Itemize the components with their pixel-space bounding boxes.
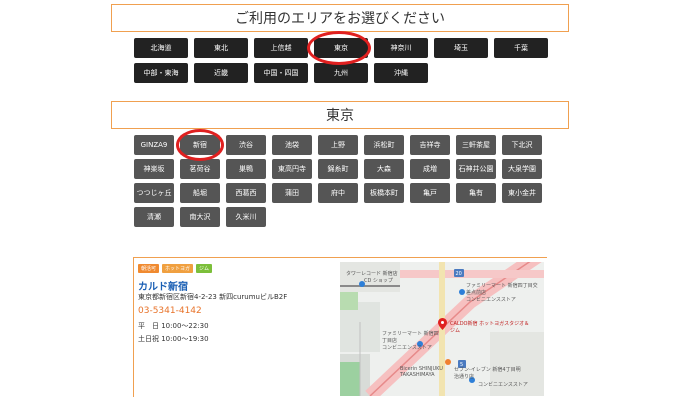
region-button-grid: 北海道 東北 上信越 東京 神奈川 埼玉 千葉中部・東海 近畿 中国・四国 九州 沖縄 — [134, 38, 548, 83]
shop-card: 朝活可 ホットヨガ ジム カルド新宿 東京都新宿区新宿4-2-23 新四curu… — [133, 257, 547, 397]
region-button[interactable]: 神奈川 — [374, 38, 428, 58]
city-button[interactable]: 三軒茶屋 — [456, 135, 496, 155]
city-button[interactable]: 錦糸町 — [318, 159, 358, 179]
map-label-convenience-mid: コンビニエンスストア — [382, 345, 432, 351]
map-label-convenience-bot: コンビニエンスストア — [478, 382, 528, 388]
route-20-label: 20 — [456, 271, 462, 277]
city-button[interactable]: 石神井公園 — [456, 159, 496, 179]
city-button[interactable]: GINZA9 — [134, 135, 174, 155]
city-button[interactable]: 船堀 — [180, 183, 220, 203]
region-button[interactable]: 千葉 — [494, 38, 548, 58]
city-button[interactable]: 巣鴨 — [226, 159, 266, 179]
region-button[interactable]: 北海道 — [134, 38, 188, 58]
map-label-bicerin: Bicerin SHINJUKU TAKASHIMAYA — [400, 366, 443, 378]
map-label-tower-records: タワーレコード 新宿店 — [346, 271, 398, 277]
city-button[interactable]: 亀有 — [456, 183, 496, 203]
prefecture-title-text: 東京 — [326, 108, 354, 124]
city-button[interactable]: 吉祥寺 — [410, 135, 450, 155]
tag-morning: 朝活可 — [138, 264, 160, 273]
prefecture-section-title: 東京 — [111, 101, 569, 129]
hours-weekday: 平 日 10:00〜22:30 — [138, 322, 209, 330]
city-button[interactable]: 蒲田 — [272, 183, 312, 203]
city-button[interactable]: 久米川 — [226, 207, 266, 227]
city-button[interactable]: 大森 — [364, 159, 404, 179]
city-button-grid: GINZA9 新宿 渋谷 池袋 上野 浜松町 吉祥寺 三軒茶屋 下北沢神楽坂 茗荷谷 巣鴨 東高円寺錦… — [134, 135, 548, 227]
region-button[interactable]: 上信越 — [254, 38, 308, 58]
tag-hot-yoga: ホットヨガ — [162, 264, 194, 273]
map-label-familymart-mid: ファミリーマート 新宿四丁目店 — [382, 331, 439, 344]
city-button[interactable]: 清瀬 — [134, 207, 174, 227]
map-label-seven-eleven: セブン-イレブン 新宿4丁目明治通り店 — [454, 367, 521, 380]
city-button[interactable]: 下北沢 — [502, 135, 542, 155]
city-button[interactable]: 浜松町 — [364, 135, 404, 155]
tag-gym: ジム — [196, 264, 213, 273]
city-button[interactable]: 上野 — [318, 135, 358, 155]
city-button[interactable]: 新宿 — [180, 135, 220, 155]
city-button[interactable]: 東高円寺 — [272, 159, 312, 179]
city-button[interactable]: 板橋本町 — [364, 183, 404, 203]
region-button[interactable]: 東京 — [314, 38, 368, 58]
city-button[interactable]: 大泉学園 — [502, 159, 542, 179]
shop-phone-link[interactable]: 03-5341-4142 — [138, 306, 202, 316]
region-button[interactable]: 中国・四国 — [254, 63, 308, 83]
region-button[interactable]: 近畿 — [194, 63, 248, 83]
region-button[interactable]: 九州 — [314, 63, 368, 83]
shop-name-link[interactable]: カルド新宿 — [138, 278, 188, 293]
city-button[interactable]: 西葛西 — [226, 183, 266, 203]
region-button[interactable]: 沖縄 — [374, 63, 428, 83]
map-label-caldo: CALDO新宿 ホットヨガスタジオ＆ジム — [450, 321, 530, 334]
map-label-cd-shop: CD ショップ — [364, 278, 393, 284]
map-label-convenience-top: コンビニエンスストア — [466, 297, 516, 303]
hours-weekend: 土日祝 10:00〜19:30 — [138, 335, 209, 343]
region-button[interactable]: 東北 — [194, 38, 248, 58]
city-button[interactable]: 成増 — [410, 159, 450, 179]
city-button[interactable]: 府中 — [318, 183, 358, 203]
map-pin-icon[interactable] — [438, 318, 447, 330]
area-title-text: ご利用のエリアをお選びください — [235, 11, 445, 27]
region-button[interactable]: 中部・東海 — [134, 63, 188, 83]
map-label-familymart-top: ファミリーマート 新宿四丁目交差点前店 — [466, 283, 538, 296]
city-button[interactable]: 渋谷 — [226, 135, 266, 155]
region-button[interactable]: 埼玉 — [434, 38, 488, 58]
area-section-title: ご利用のエリアをお選びください — [111, 4, 569, 32]
city-button[interactable]: 茗荷谷 — [180, 159, 220, 179]
shop-address: 東京都新宿区新宿4-2-23 新四curumuビルB2F — [138, 293, 288, 301]
city-button[interactable]: 南大沢 — [180, 207, 220, 227]
shop-map[interactable]: 20 5 タワーレコード 新宿店 CD ショップ ファミリーマート 新宿四丁目交… — [340, 262, 544, 396]
city-button[interactable]: 東小金井 — [502, 183, 542, 203]
city-button[interactable]: 池袋 — [272, 135, 312, 155]
shop-tags: 朝活可 ホットヨガ ジム — [138, 264, 213, 273]
city-button[interactable]: つつじヶ丘 — [134, 183, 174, 203]
city-button[interactable]: 亀戸 — [410, 183, 450, 203]
city-button[interactable]: 神楽坂 — [134, 159, 174, 179]
